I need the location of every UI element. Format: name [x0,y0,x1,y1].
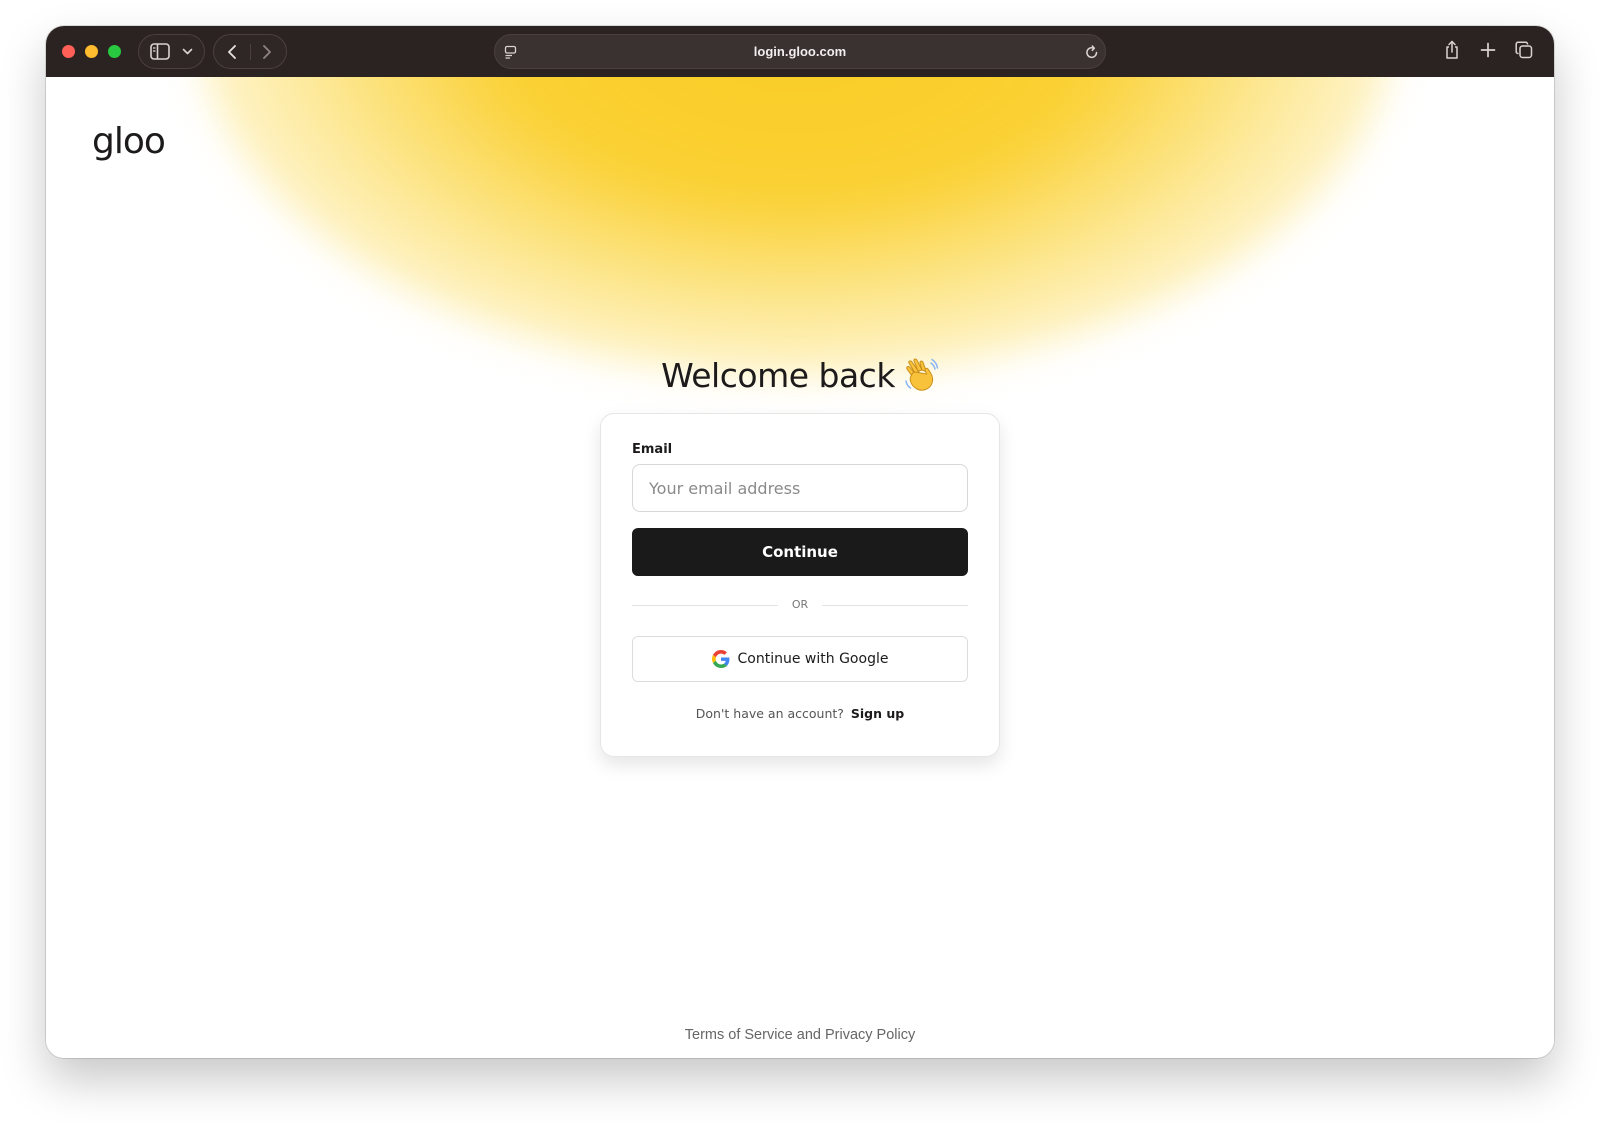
signup-prompt: Don't have an account? [695,706,844,721]
login-page: gloo Welcome back Email Your email addre… [46,77,1554,1058]
email-label: Email [632,442,673,457]
forward-arrow-icon[interactable] [261,44,273,60]
email-field[interactable] [632,464,968,512]
browser-window: login.gloo.com gloo Welcome back Email Y… [46,26,1554,1058]
or-divider: OR [632,598,968,614]
new-tab-icon[interactable] [1480,42,1496,58]
sidebar-icon[interactable] [150,43,170,60]
reload-icon[interactable] [1085,45,1099,60]
login-card: Email Continue OR Continue with Google [600,413,1000,757]
share-icon[interactable] [1444,40,1460,60]
minimize-window-button[interactable] [85,45,98,58]
sign-up-link[interactable]: Sign up [851,706,904,721]
browser-toolbar: login.gloo.com [46,26,1554,77]
google-icon [711,650,729,668]
tabs-overview-icon[interactable] [1515,41,1533,59]
divider-line [822,605,968,606]
close-window-button[interactable] [62,45,75,58]
sidebar-toggle-group [138,34,205,69]
screen: login.gloo.com gloo Welcome back Email Y… [0,0,1600,1123]
continue-button[interactable]: Continue [632,528,968,576]
yellow-glow-background [196,77,1396,377]
url-text[interactable]: login.gloo.com [495,44,1105,59]
google-button-label: Continue with Google [737,651,889,667]
nav-divider [250,44,251,60]
welcome-heading: Welcome back [661,356,895,395]
terms-privacy-link[interactable]: Terms of Service and Privacy Policy [46,1027,1554,1043]
signup-prompt-row: Don't have an account? Sign up [601,706,999,721]
back-arrow-icon[interactable] [226,44,238,60]
waving-hand-icon [905,358,939,391]
gloo-logo[interactable]: gloo [92,121,166,162]
page-title: Welcome back [46,356,1554,395]
address-bar[interactable]: login.gloo.com [494,34,1106,69]
zoom-window-button[interactable] [108,45,121,58]
continue-with-google-button[interactable]: Continue with Google [632,636,968,682]
chevron-down-icon[interactable] [182,48,193,56]
navigation-group [213,34,287,69]
